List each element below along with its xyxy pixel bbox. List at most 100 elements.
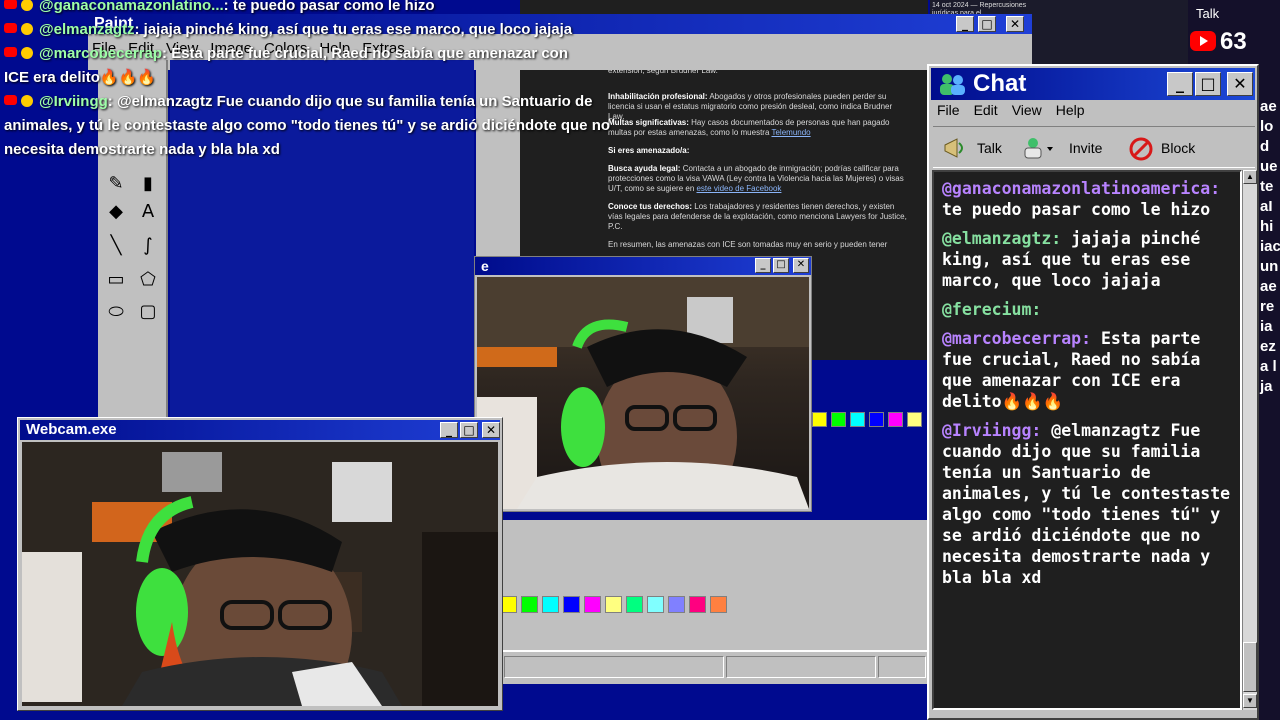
streamer-image [477,277,809,509]
chat-fragment: ue [1260,158,1278,175]
fill-tool-icon[interactable]: ◆ [102,198,130,226]
article-line: Si eres amenazado/a: [608,146,908,156]
block-button[interactable]: Block [1129,136,1219,161]
pencil-tool-icon[interactable]: ✎ [102,170,130,198]
maximize-button[interactable]: □ [1195,72,1221,96]
chat-menu-edit[interactable]: Edit [974,102,998,118]
chat-menu-view[interactable]: View [1012,102,1042,118]
color-swatch[interactable] [563,596,580,613]
talk-mini-label: Talk [1196,6,1220,21]
rounded-rect-tool-icon[interactable]: ▢ [134,298,162,326]
talk-button[interactable]: Talk [943,136,1023,160]
youtube-icon [4,23,17,33]
streamer-image [22,442,498,706]
paint-statusbar [500,650,928,680]
youtube-viewer-badge: 63 [1190,28,1276,55]
overlay-message: : jajaja pinché king, así que tu eras es… [134,21,573,38]
chat-scrollbar[interactable]: ▲ ▼ [1242,170,1257,710]
article-link[interactable]: este video de Facebook [696,184,781,193]
article-line: En resumen, las amenazas con ICE son tom… [608,240,908,250]
scroll-down-icon[interactable]: ▼ [1243,694,1257,708]
curve-tool-icon[interactable]: ∫ [134,232,162,260]
color-swatch[interactable] [647,596,664,613]
close-button[interactable]: ✕ [793,258,809,273]
overlay-username: @Irviingg [39,93,108,110]
overlay-chat-line: @Irviingg: @elmanzagtz Fue cuando dijo q… [4,90,592,114]
minimize-button[interactable]: _ [956,16,974,32]
rectangle-tool-icon[interactable]: ▭ [102,266,130,294]
color-swatch[interactable] [605,596,622,613]
overlay-message: ICE era delito🔥🔥🔥 [4,69,156,86]
color-swatch[interactable] [668,596,685,613]
overlay-message: : @elmanzagtz Fue cuando dijo que su fam… [107,93,593,110]
maximize-button[interactable]: □ [773,258,789,273]
close-button[interactable]: ✕ [1006,16,1024,32]
minimize-button[interactable]: _ [1167,72,1193,96]
chat-messages: @ganaconamazonlatinoamerica: te puedo pa… [932,170,1242,710]
chat-menu-file[interactable]: File [937,102,960,118]
secondary-webcam-window: e _ □ ✕ [474,256,812,512]
overlay-message: : Esta parte fue crucial, Raed no sabía … [162,45,568,62]
article-bold: Inhabilitación profesional: [608,92,708,101]
chat-text: te puedo pasar como le hizo [942,200,1211,219]
color-swatch[interactable] [831,412,846,427]
chat-username: @Irviingg: [942,421,1042,440]
line-tool-icon[interactable]: ╲ [102,232,130,260]
star-icon [21,23,33,35]
color-swatch[interactable] [542,596,559,613]
color-swatch[interactable] [521,596,538,613]
viewer-count: 63 [1220,28,1247,55]
chat-username: @ferecium: [942,300,1042,319]
youtube-icon [4,0,17,9]
chat-message: @ferecium: [942,299,1234,320]
status-cell [504,656,724,678]
chat-fragment: ia [1260,318,1273,335]
article-link[interactable]: Telemundo [771,128,810,137]
chat-message: @elmanzagtz: jajaja pinché king, así que… [942,228,1234,291]
chat-menu-help[interactable]: Help [1056,102,1085,118]
chat-toolbar: Talk Invite Block [933,126,1255,168]
color-swatch[interactable] [626,596,643,613]
text-tool-icon[interactable]: A [134,198,162,226]
overlay-username: @marcobecerrap [39,45,163,62]
talk-label: Talk [977,140,1002,156]
chat-fragment: a l [1260,358,1277,375]
color-swatch[interactable] [888,412,903,427]
article-bold: Conoce tus derechos: [608,202,693,211]
chat-text: @elmanzagtz Fue cuando dijo que su famil… [942,421,1231,587]
webcam-title: Webcam.exe [26,421,117,438]
maximize-button[interactable]: □ [460,422,478,438]
color-swatch[interactable] [907,412,922,427]
chat-username: @elmanzagtz: [942,229,1062,248]
people-icon [940,74,965,95]
invite-button[interactable]: Invite [1021,136,1121,160]
color-swatch[interactable] [812,412,827,427]
color-swatch[interactable] [710,596,727,613]
minimize-button[interactable]: _ [440,422,458,438]
color-swatch[interactable] [869,412,884,427]
color-swatch[interactable] [689,596,706,613]
status-cell [878,656,926,678]
secondary-title: e [481,258,489,274]
secondary-camera-feed [477,277,809,509]
scroll-up-icon[interactable]: ▲ [1243,170,1257,184]
brush-tool-icon[interactable]: ▮ [134,170,162,198]
chat-fragment: re [1260,298,1275,315]
color-swatch[interactable] [584,596,601,613]
block-label: Block [1161,140,1196,156]
close-button[interactable]: ✕ [1227,72,1253,96]
overlay-chat-line: necesita demostrarte nada y bla bla xd [4,138,280,162]
chat-fragment: d [1260,138,1270,155]
star-icon [21,47,33,59]
article-line: Multas significativas: Hay casos documen… [608,118,908,138]
polygon-tool-icon[interactable]: ⬠ [134,266,162,294]
star-icon [21,95,33,107]
minimize-button[interactable]: _ [755,258,771,273]
scroll-thumb[interactable] [1243,642,1257,692]
ellipse-tool-icon[interactable]: ⬭ [102,298,130,326]
close-button[interactable]: ✕ [482,422,500,438]
star-icon [21,0,33,11]
chat-titlebar: Chat _ □ ✕ [931,68,1255,100]
maximize-button[interactable]: □ [978,16,996,32]
color-swatch[interactable] [850,412,865,427]
